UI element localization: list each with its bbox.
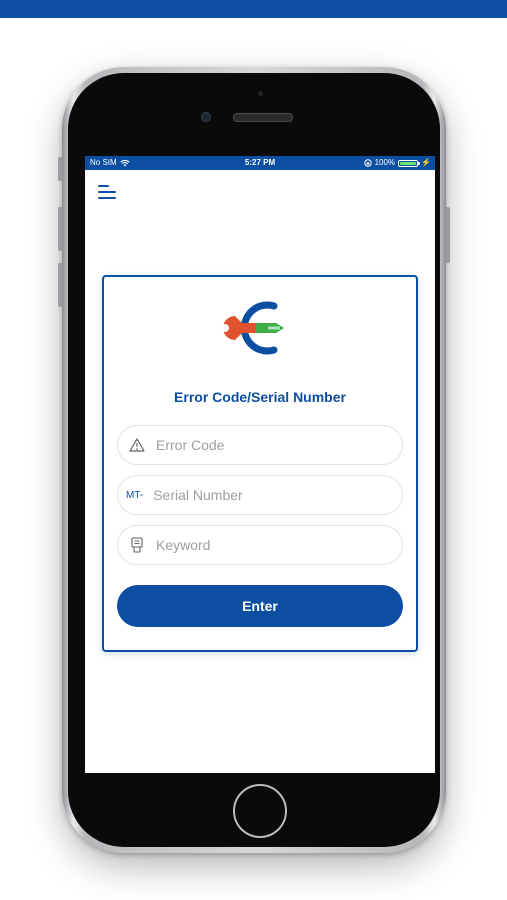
app-screen: No SIM 5:27 PM 100% ⚡ Error Code/Serial …: [85, 156, 435, 773]
volume-up-button: [58, 207, 62, 251]
battery-percent: 100%: [374, 158, 396, 167]
power-button: [446, 207, 450, 263]
enter-button[interactable]: Enter: [117, 585, 403, 627]
earpiece-speaker: [233, 113, 293, 122]
serial-prefix-label: MT-: [126, 489, 144, 501]
top-brand-bar: [0, 0, 507, 18]
keyword-field[interactable]: [117, 525, 403, 565]
status-bar: No SIM 5:27 PM 100% ⚡: [85, 156, 435, 170]
front-camera: [201, 112, 211, 122]
error-code-field[interactable]: [117, 425, 403, 465]
warning-triangle-icon: [128, 438, 146, 452]
mute-switch: [58, 157, 62, 181]
error-code-input[interactable]: [154, 429, 402, 461]
keyword-tag-icon: [128, 537, 146, 553]
orientation-lock-icon: [363, 159, 372, 167]
proximity-sensor: [258, 91, 263, 96]
card-title: Error Code/Serial Number: [174, 389, 346, 405]
hamburger-menu-icon[interactable]: [98, 185, 116, 199]
phone-bezel: No SIM 5:27 PM 100% ⚡ Error Code/Serial …: [68, 73, 440, 847]
battery-icon: [398, 159, 421, 167]
charging-bolt-icon: ⚡: [421, 158, 431, 167]
serial-number-input[interactable]: [151, 479, 402, 511]
app-logo: [221, 301, 284, 355]
serial-number-field[interactable]: MT-: [117, 475, 403, 515]
phone-frame: No SIM 5:27 PM 100% ⚡ Error Code/Serial …: [58, 67, 450, 853]
keyword-input[interactable]: [154, 529, 402, 561]
home-button[interactable]: [233, 784, 287, 838]
error-code-card: Error Code/Serial Number MT-: [102, 275, 418, 652]
volume-down-button: [58, 263, 62, 307]
